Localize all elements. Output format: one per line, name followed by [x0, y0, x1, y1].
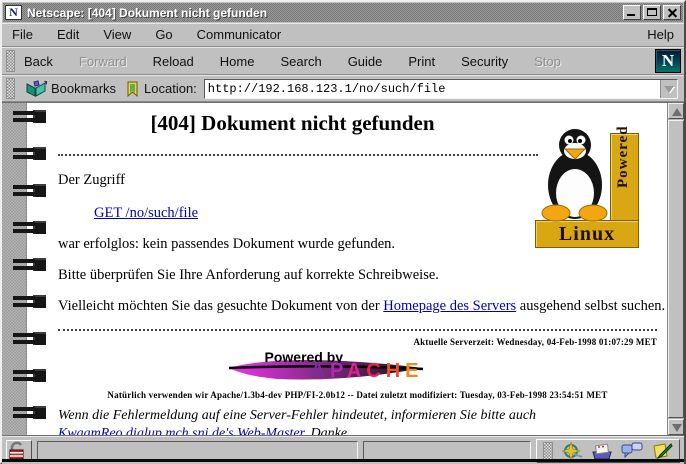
arrow-down-icon: [672, 424, 682, 432]
divider: [58, 329, 657, 331]
linux-logo-powered-text: Powered: [615, 125, 632, 188]
url-input[interactable]: [205, 80, 660, 98]
security-button[interactable]: Security: [455, 50, 514, 73]
spiral-binding-decoration: [2, 103, 48, 435]
maximize-button[interactable]: [643, 5, 661, 20]
bookmarks-label: Bookmarks: [51, 81, 116, 96]
netscape-window: N Netscape: [404] Dokument nicht gefunde…: [0, 0, 686, 464]
print-button[interactable]: Print: [402, 50, 441, 73]
footer-text-line2: KwaamReo.dialup.mch.sni.de's Web-Master.…: [58, 426, 657, 436]
scrollbar-thumb[interactable]: [668, 120, 684, 418]
menu-view[interactable]: View: [103, 27, 131, 42]
menu-help[interactable]: Help: [647, 27, 674, 42]
divider: [58, 154, 538, 156]
composer-icon[interactable]: [651, 442, 673, 460]
server-time: Aktuelle Serverzeit: Wednesday, 04-Feb-1…: [58, 337, 657, 347]
url-field-frame: [204, 79, 678, 99]
tux-penguin-icon: [539, 123, 611, 223]
menu-bar: File Edit View Go Communicator Help: [2, 23, 684, 47]
browser-content: [404] Dokument nicht gefunden Powered Li…: [2, 102, 684, 436]
location-chip: Location:: [123, 80, 200, 98]
window-title: Netscape: [404] Dokument nicht gefunden: [27, 6, 621, 20]
linux-powered-logo: Powered Linux: [535, 129, 639, 248]
minimize-icon: [627, 14, 635, 16]
homepage-link[interactable]: Homepage des Servers: [383, 298, 516, 314]
bookmarks-menu[interactable]: Bookmarks: [22, 79, 119, 98]
close-button[interactable]: [663, 5, 681, 20]
home-button[interactable]: Home: [214, 50, 261, 73]
advice-text: Bitte überprüfen Sie Ihre Anforderung au…: [58, 267, 657, 284]
apache-version-info: Natürlich verwenden wir Apache/1.3b4-dev…: [58, 390, 657, 400]
netscape-window-icon: N: [5, 5, 22, 20]
toolbar-grip[interactable]: [6, 50, 15, 72]
location-bookmark-icon[interactable]: [126, 81, 140, 97]
window-bottom-edge: [2, 459, 684, 462]
minimize-button[interactable]: [623, 5, 641, 20]
menu-edit[interactable]: Edit: [57, 27, 79, 42]
reload-button[interactable]: Reload: [147, 50, 200, 73]
footer-text-line1: Wenn die Fehlermeldung auf eine Server-F…: [58, 408, 657, 424]
bookmarks-book-icon: [25, 80, 47, 97]
locationbar-grip[interactable]: [6, 78, 15, 99]
location-bar: Bookmarks Location:: [2, 75, 684, 102]
stop-button[interactable]: Stop: [528, 50, 567, 73]
scroll-up-button[interactable]: [668, 103, 684, 119]
url-dropdown-button[interactable]: [660, 80, 677, 98]
error-page: [404] Dokument nicht gefunden Powered Li…: [48, 103, 667, 435]
scroll-down-button[interactable]: [668, 419, 684, 435]
open-padlock-icon: [7, 441, 31, 461]
component-bar-grip[interactable]: [543, 442, 553, 460]
navigator-icon[interactable]: [561, 442, 583, 460]
back-button[interactable]: Back: [18, 50, 59, 73]
mailbox-icon[interactable]: [591, 442, 613, 460]
guide-button[interactable]: Guide: [342, 50, 389, 73]
menu-communicator[interactable]: Communicator: [197, 27, 282, 42]
menu-go[interactable]: Go: [155, 27, 172, 42]
netscape-logo-icon[interactable]: N: [655, 49, 681, 73]
title-bar[interactable]: N Netscape: [404] Dokument nicht gefunde…: [3, 3, 683, 22]
search-button[interactable]: Search: [274, 50, 327, 73]
linux-logo-linux-text: Linux: [535, 220, 639, 248]
arrow-up-icon: [672, 108, 682, 116]
forward-button[interactable]: Forward: [73, 50, 133, 73]
chevron-down-icon: [664, 86, 674, 93]
vertical-scrollbar[interactable]: [667, 103, 684, 435]
discussions-icon[interactable]: [621, 442, 643, 460]
location-label: Location:: [144, 81, 197, 96]
apache-wordmark: APACHE: [311, 360, 424, 383]
maximize-icon: [647, 8, 657, 16]
menu-file[interactable]: File: [12, 27, 33, 42]
webmaster-link[interactable]: KwaamReo.dialup.mch.sni.de's Web-Master: [58, 426, 304, 436]
navigation-toolbar: Back Forward Reload Home Search Guide Pr…: [2, 47, 684, 75]
powered-by-apache-logo: Powered by APACHE: [227, 349, 497, 385]
request-link[interactable]: GET /no/such/file: [94, 205, 198, 221]
suggest-text: Vielleicht möchten Sie das gesuchte Doku…: [58, 298, 657, 315]
